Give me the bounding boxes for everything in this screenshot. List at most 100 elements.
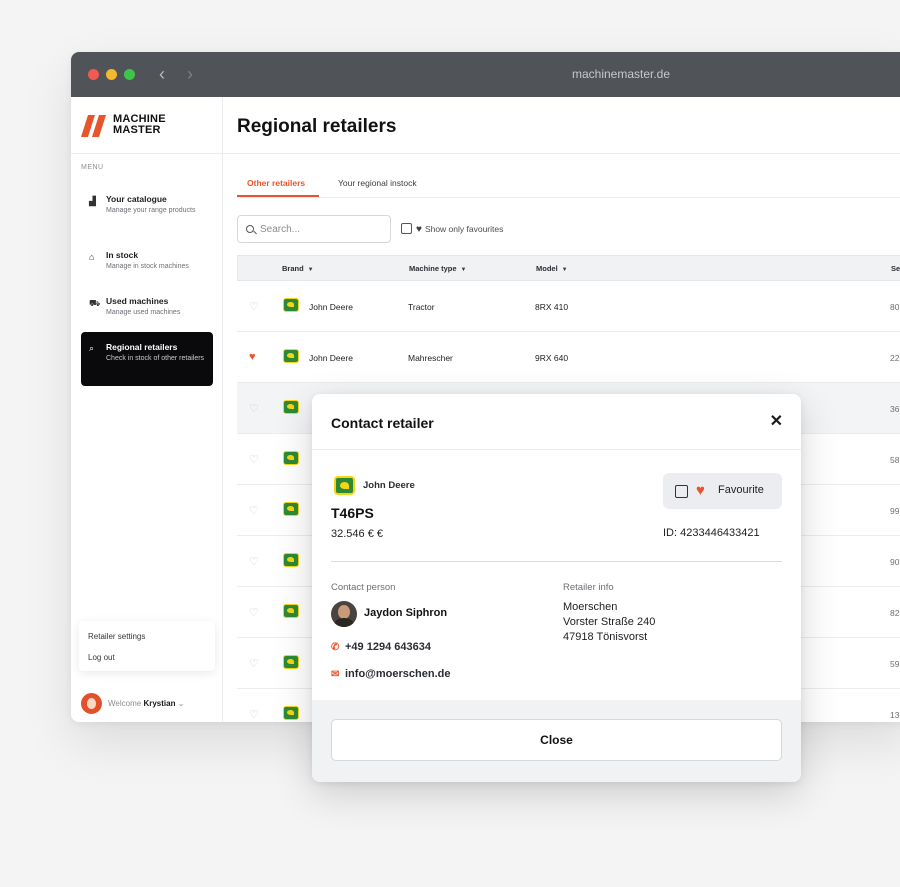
- column-header-model[interactable]: Model ▼: [536, 264, 568, 273]
- sidebar-item-subtitle: Manage your range products: [106, 207, 196, 214]
- heart-icon[interactable]: ♡: [249, 453, 259, 466]
- heart-icon[interactable]: ♡: [249, 402, 259, 415]
- contact-person-label: Contact person: [331, 582, 396, 593]
- sort-caret-icon: ▼: [561, 267, 568, 273]
- logo-mark-icon: [81, 115, 106, 137]
- favourite-toggle[interactable]: ♥ Favourite: [663, 473, 782, 509]
- favourites-filter[interactable]: ♥ Show only favourites: [401, 223, 503, 235]
- phone-icon: ✆: [331, 642, 340, 653]
- favourite-checkbox[interactable]: [675, 485, 688, 498]
- john-deere-logo-icon: [283, 706, 299, 720]
- sidebar-item-subtitle: Manage in stock machines: [106, 263, 189, 270]
- cell-serial: 82: [890, 608, 900, 618]
- search-input[interactable]: [260, 221, 385, 237]
- cell-serial: 13: [890, 710, 900, 720]
- settings-menu: Retailer settings Log out: [79, 621, 215, 671]
- favourite-label: Favourite: [718, 484, 764, 496]
- search-box[interactable]: [237, 215, 391, 243]
- john-deere-logo-icon: [283, 451, 299, 465]
- email-link[interactable]: ✉ info@moerschen.de: [331, 668, 450, 680]
- column-header-machine-type[interactable]: Machine type ▼: [409, 264, 466, 273]
- active-tab-indicator: [237, 195, 319, 197]
- phone-link[interactable]: ✆ +49 1294 643634: [331, 641, 431, 653]
- sidebar: MACHINE MASTER MENU ▟ Your catalogue Man…: [71, 97, 223, 722]
- tab-other-retailers[interactable]: Other retailers: [247, 178, 305, 188]
- search-icon: [246, 225, 254, 233]
- sidebar-item-label: In stock: [106, 250, 139, 260]
- machine-brand: John Deere: [363, 480, 415, 491]
- machine-id: ID: 4233446433421: [663, 527, 760, 539]
- retailer-street: Vorster Straße 240: [563, 616, 656, 628]
- cell-serial: 90: [890, 557, 900, 567]
- table-row[interactable]: ♥ John Deere Mahrescher 9RX 640 22: [237, 332, 900, 383]
- heart-icon[interactable]: ♡: [249, 606, 259, 619]
- retailer-info-label: Retailer info: [563, 582, 614, 593]
- cell-serial: 99: [890, 506, 900, 516]
- table-header: Brand ▼ Machine type ▼ Model ▼ Se: [237, 255, 900, 281]
- sidebar-item-label: Regional retailers: [106, 342, 178, 352]
- page-header: Regional retailers: [223, 97, 900, 154]
- machine-price: 32.546 € €: [331, 528, 383, 540]
- cell-brand: John Deere: [309, 353, 353, 363]
- chevron-down-icon: ⌄: [177, 699, 185, 708]
- john-deere-logo-icon: [283, 349, 299, 363]
- heart-icon[interactable]: ♡: [249, 555, 259, 568]
- menu-label: MENU: [81, 164, 104, 171]
- favourites-checkbox[interactable]: [401, 223, 412, 234]
- heart-icon[interactable]: ♡: [249, 504, 259, 517]
- sidebar-item-subtitle: Manage used machines: [106, 309, 181, 316]
- search-icon: ⌕: [89, 343, 95, 353]
- heart-icon[interactable]: ♥: [249, 351, 256, 363]
- log-out-link[interactable]: Log out: [88, 653, 115, 662]
- cell-machine-type: Mahrescher: [408, 353, 453, 363]
- john-deere-logo-icon: [283, 655, 299, 669]
- sidebar-item-used-machines[interactable]: ⛟ Used machines Manage used machines: [81, 290, 213, 325]
- heart-icon: ♥: [416, 224, 422, 235]
- heart-icon: ♥: [696, 482, 705, 499]
- close-icon[interactable]: ✕: [770, 413, 783, 431]
- sidebar-item-in-stock[interactable]: ⌂ In stock Manage in stock machines: [81, 244, 213, 279]
- retailer-city: 47918 Tönisvorst: [563, 631, 648, 643]
- contact-retailer-modal: Contact retailer ✕ John Deere T46PS 32.5…: [312, 394, 801, 782]
- cell-machine-type: Tractor: [408, 302, 435, 312]
- modal-header: Contact retailer ✕: [312, 394, 801, 450]
- tractor-icon: ⛟: [89, 298, 101, 308]
- sidebar-item-regional-retailers[interactable]: ⌕ Regional retailers Check in stock of o…: [81, 332, 213, 386]
- mail-icon: ✉: [331, 669, 340, 680]
- column-header-brand[interactable]: Brand ▼: [282, 264, 314, 273]
- warehouse-icon: ⌂: [89, 252, 95, 262]
- retailer-name: Moerschen: [563, 601, 618, 613]
- logo[interactable]: MACHINE MASTER: [71, 97, 222, 154]
- cell-serial: 80: [890, 302, 900, 312]
- cell-serial: 59: [890, 659, 900, 669]
- column-header-serial[interactable]: Se: [891, 264, 900, 273]
- table-row[interactable]: ♡ John Deere Tractor 8RX 410 80: [237, 281, 900, 332]
- john-deere-logo-icon: [283, 298, 299, 312]
- tabs: Other retailers Your regional instock: [237, 167, 900, 198]
- heart-icon[interactable]: ♡: [249, 300, 259, 313]
- contact-person-name: Jaydon Siphron: [364, 607, 448, 619]
- avatar: [331, 601, 357, 627]
- divider: [331, 561, 782, 562]
- page-title: Regional retailers: [237, 116, 397, 137]
- sidebar-item-label: Used machines: [106, 296, 169, 306]
- cell-model: 9RX 640: [535, 353, 569, 363]
- cell-serial: 22: [890, 353, 900, 363]
- john-deere-logo-icon: [283, 502, 299, 516]
- tab-regional-instock[interactable]: Your regional instock: [338, 178, 417, 188]
- heart-icon[interactable]: ♡: [249, 708, 259, 721]
- retailer-settings-link[interactable]: Retailer settings: [88, 632, 145, 641]
- browser-titlebar: ‹ › machinemaster.de: [71, 52, 900, 97]
- sidebar-item-label: Your catalogue: [106, 194, 167, 204]
- john-deere-logo-icon: [334, 476, 355, 495]
- cell-serial: 58: [890, 455, 900, 465]
- sidebar-item-catalogue[interactable]: ▟ Your catalogue Manage your range produ…: [81, 188, 213, 223]
- user-name: Krystian: [143, 699, 176, 708]
- cell-brand: John Deere: [309, 302, 353, 312]
- catalogue-icon: ▟: [89, 196, 96, 206]
- favourites-filter-label: Show only favourites: [424, 224, 504, 234]
- close-button[interactable]: Close: [331, 719, 782, 761]
- heart-icon[interactable]: ♡: [249, 657, 259, 670]
- john-deere-logo-icon: [283, 604, 299, 618]
- url-bar[interactable]: machinemaster.de: [71, 67, 900, 81]
